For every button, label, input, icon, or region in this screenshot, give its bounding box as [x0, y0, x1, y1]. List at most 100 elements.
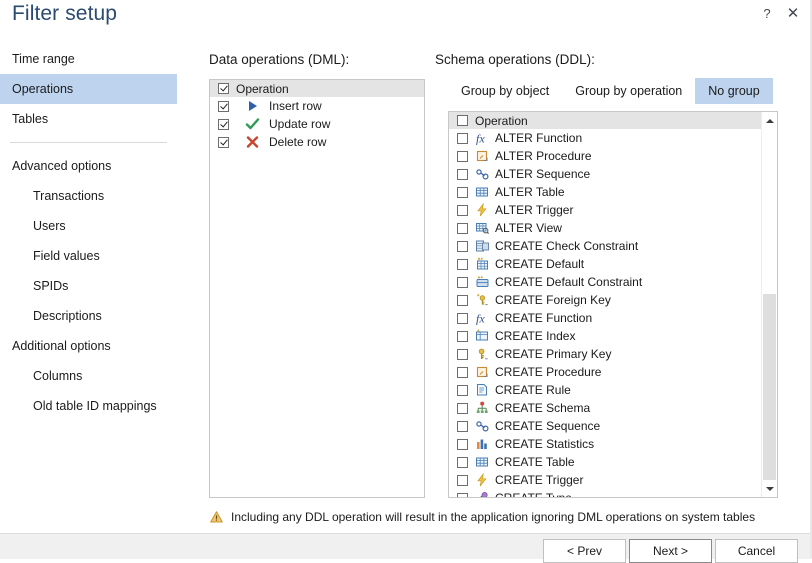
tab-no-group[interactable]: No group — [695, 78, 773, 104]
checkbox-create-procedure[interactable] — [457, 366, 468, 378]
checkbox-create-table[interactable] — [457, 456, 468, 468]
sidebar-item-operations[interactable]: Operations — [0, 74, 177, 104]
checkbox-create-default[interactable] — [457, 258, 468, 270]
ddl-list-header-row[interactable]: Operation — [449, 112, 761, 129]
ddl-rows-container: Operation fx ALTER Function ALTER Procedure… — [449, 112, 761, 498]
sidebar-item-label: Users — [33, 219, 66, 233]
statistics-icon — [475, 437, 490, 451]
sidebar-item-tables[interactable]: Tables — [0, 104, 177, 134]
sequence-icon — [475, 419, 490, 433]
sequence-icon — [475, 167, 490, 181]
dml-select-all-checkbox[interactable] — [218, 83, 229, 94]
update-row-icon — [245, 117, 260, 131]
list-item[interactable]: Update row — [210, 115, 424, 133]
function-icon: fx — [475, 311, 490, 326]
sidebar-item-columns[interactable]: Columns — [0, 361, 177, 391]
cancel-button[interactable]: Cancel — [715, 539, 798, 563]
checkbox-alter-trigger[interactable] — [457, 204, 468, 216]
list-item-label: CREATE Type — [495, 491, 572, 498]
sidebar-item-label: Old table ID mappings — [33, 399, 157, 413]
sidebar-item-additional-options[interactable]: Additional options — [0, 331, 177, 361]
list-item[interactable]: CREATE Foreign Key — [449, 291, 761, 309]
close-icon[interactable]: ✕ — [780, 2, 806, 24]
list-item[interactable]: ALTER View — [449, 219, 761, 237]
checkbox-alter-view[interactable] — [457, 222, 468, 234]
next-button[interactable]: Next > — [629, 539, 712, 563]
list-item-label: CREATE Table — [495, 455, 575, 469]
list-item[interactable]: ALTER Table — [449, 183, 761, 201]
sidebar-item-label: Advanced options — [12, 159, 112, 173]
list-item[interactable]: CREATE Procedure — [449, 363, 761, 381]
scroll-down-button[interactable] — [762, 480, 777, 497]
type-icon — [475, 491, 490, 497]
list-item[interactable]: CREATE Schema — [449, 399, 761, 417]
checkbox-create-statistics[interactable] — [457, 438, 468, 450]
checkbox-alter-procedure[interactable] — [457, 150, 468, 162]
ddl-select-all-checkbox[interactable] — [457, 115, 468, 126]
sidebar-item-advanced-options[interactable]: Advanced options — [0, 151, 177, 181]
sidebar-item-users[interactable]: Users — [0, 211, 177, 241]
scrollbar-thumb[interactable] — [763, 294, 776, 480]
warning-triangle-icon — [210, 511, 223, 523]
function-icon: fx — [475, 131, 490, 146]
prev-button[interactable]: < Prev — [543, 539, 626, 563]
list-item[interactable]: CREATE Trigger — [449, 471, 761, 489]
list-item[interactable]: CREATE Sequence — [449, 417, 761, 435]
checkbox-alter-table[interactable] — [457, 186, 468, 198]
delete-row-icon — [245, 135, 260, 149]
list-item[interactable]: Insert row — [210, 97, 424, 115]
sidebar-item-field-values[interactable]: Field values — [0, 241, 177, 271]
checkbox-insert-row[interactable] — [218, 100, 229, 112]
tab-label: No group — [708, 84, 760, 98]
tab-group-by-object[interactable]: Group by object — [448, 78, 562, 104]
list-item[interactable]: CREATE Primary Key — [449, 345, 761, 363]
list-item[interactable]: ALTER Sequence — [449, 165, 761, 183]
checkbox-delete-row[interactable] — [218, 136, 229, 148]
checkbox-create-check-constraint[interactable] — [457, 240, 468, 252]
list-item[interactable]: CREATE Index — [449, 327, 761, 345]
sidebar-item-spids[interactable]: SPIDs — [0, 271, 177, 301]
sidebar-item-transactions[interactable]: Transactions — [0, 181, 177, 211]
list-item[interactable]: CREATE Type — [449, 489, 761, 498]
tab-label: Group by operation — [575, 84, 683, 98]
sidebar-item-old-table-id-mappings[interactable]: Old table ID mappings — [0, 391, 177, 421]
scroll-up-button[interactable] — [762, 112, 777, 129]
list-item[interactable]: Delete row — [210, 133, 424, 151]
checkbox-create-foreign-key[interactable] — [457, 294, 468, 306]
list-item[interactable]: CREATE Table — [449, 453, 761, 471]
checkbox-alter-sequence[interactable] — [457, 168, 468, 180]
ddl-list-scrollbar[interactable] — [761, 112, 777, 497]
checkbox-update-row[interactable] — [218, 118, 229, 130]
list-item[interactable]: CREATE Check Constraint — [449, 237, 761, 255]
checkbox-create-rule[interactable] — [457, 384, 468, 396]
checkbox-create-default-constraint[interactable] — [457, 276, 468, 288]
ddl-operations-list[interactable]: Operation fx ALTER Function ALTER Procedure… — [448, 111, 778, 498]
list-item-label: CREATE Index — [495, 329, 576, 343]
list-item[interactable]: ALTER Procedure — [449, 147, 761, 165]
index-icon — [475, 329, 490, 343]
checkbox-alter-function[interactable] — [457, 132, 468, 144]
list-item[interactable]: CREATE Default Constraint — [449, 273, 761, 291]
dml-list-header-row[interactable]: Operation — [210, 80, 424, 97]
checkbox-create-sequence[interactable] — [457, 420, 468, 432]
list-item-label: CREATE Foreign Key — [495, 293, 611, 307]
list-item[interactable]: CREATE Default — [449, 255, 761, 273]
list-item[interactable]: CREATE Rule — [449, 381, 761, 399]
list-item[interactable]: fx ALTER Function — [449, 129, 761, 147]
checkbox-create-function[interactable] — [457, 312, 468, 324]
chevron-up-icon — [765, 118, 774, 123]
list-item[interactable]: fx CREATE Function — [449, 309, 761, 327]
dml-operations-list[interactable]: Operation Insert row Update row Delete row — [209, 79, 425, 498]
sidebar-item-time-range[interactable]: Time range — [0, 44, 177, 74]
sidebar-item-descriptions[interactable]: Descriptions — [0, 301, 177, 331]
checkbox-create-index[interactable] — [457, 330, 468, 342]
help-icon[interactable]: ? — [754, 2, 780, 24]
checkbox-create-schema[interactable] — [457, 402, 468, 414]
list-item[interactable]: ALTER Trigger — [449, 201, 761, 219]
list-item[interactable]: CREATE Statistics — [449, 435, 761, 453]
checkbox-create-primary-key[interactable] — [457, 348, 468, 360]
checkbox-create-trigger[interactable] — [457, 474, 468, 486]
checkbox-create-type[interactable] — [457, 492, 468, 497]
svg-text:fx: fx — [476, 132, 485, 146]
tab-group-by-operation[interactable]: Group by operation — [562, 78, 695, 104]
